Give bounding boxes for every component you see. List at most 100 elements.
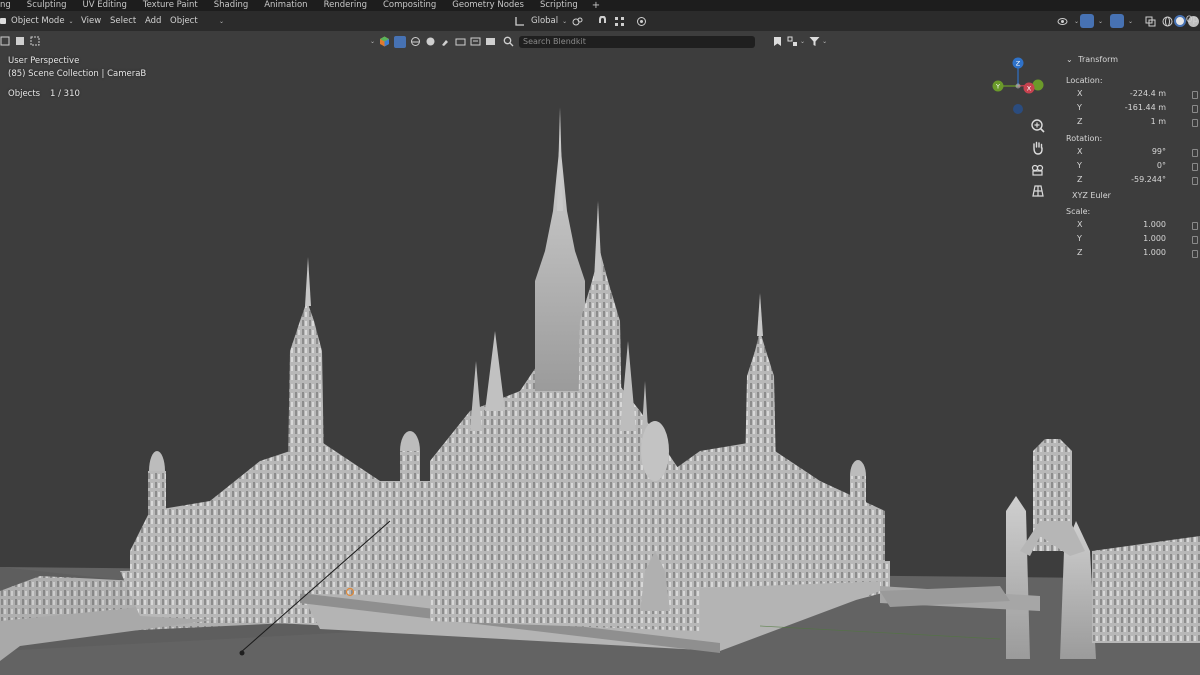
right-gate-left-pillar xyxy=(1006,496,1030,659)
location-z-value: 1 m xyxy=(1150,117,1166,126)
tab-uv-editing[interactable]: UV Editing xyxy=(75,0,135,11)
mode-label: Object Mode xyxy=(11,16,65,26)
rotation-y-field[interactable]: Y 0° xyxy=(1060,161,1200,175)
gizmo-z-label: Z xyxy=(1016,60,1021,68)
axis-label: Z xyxy=(1077,248,1083,257)
proportional-edit-toggle[interactable] xyxy=(634,11,649,31)
chevron-down-icon: ⌄ xyxy=(1074,17,1080,25)
tab-animation[interactable]: Animation xyxy=(256,0,315,11)
axis-label: X xyxy=(1077,220,1083,229)
operator-panel-label[interactable]: Op xyxy=(1186,15,1198,25)
tab-texture-paint[interactable]: Texture Paint xyxy=(135,0,206,11)
overlay-toggle[interactable]: ⌄ xyxy=(1110,11,1133,31)
snap-grid-icon xyxy=(615,16,624,26)
lock-icon[interactable] xyxy=(1192,163,1198,171)
location-z-field[interactable]: Z 1 m xyxy=(1060,117,1200,131)
menu-add[interactable]: Add xyxy=(140,11,166,31)
lock-icon[interactable] xyxy=(1192,91,1198,99)
shading-wireframe-button[interactable] xyxy=(1160,11,1175,31)
mode-dropdown[interactable]: Object Mode ⌄ xyxy=(6,11,79,31)
axis-label: Y xyxy=(1077,103,1082,112)
gizmo-toggle[interactable]: ⌄ xyxy=(1080,11,1103,31)
visibility-dropdown[interactable]: ⌄ xyxy=(1055,11,1079,31)
dome-center xyxy=(641,421,669,481)
gizmo-z-negative[interactable] xyxy=(1013,104,1023,114)
scale-label: Scale: xyxy=(1066,207,1091,216)
rotation-label: Rotation: xyxy=(1066,134,1103,143)
lock-icon[interactable] xyxy=(1192,177,1198,185)
lock-icon[interactable] xyxy=(1192,119,1198,127)
lock-icon[interactable] xyxy=(1192,250,1198,258)
pivot-icon xyxy=(572,17,583,25)
menu-object[interactable]: Object xyxy=(165,11,203,31)
chevron-down-icon: ⌄ xyxy=(1066,55,1073,64)
location-y-field[interactable]: Y -161.44 m xyxy=(1060,103,1200,117)
light-gizmo xyxy=(239,650,245,656)
rotation-mode-value: XYZ Euler xyxy=(1072,191,1111,200)
right-tower xyxy=(745,331,776,471)
rotation-z-value: -59.244° xyxy=(1131,175,1166,184)
pivot-point-button[interactable] xyxy=(570,11,585,31)
lock-icon[interactable] xyxy=(1192,105,1198,113)
add-workspace-button[interactable]: + xyxy=(586,0,606,11)
lock-icon[interactable] xyxy=(1192,222,1198,230)
lock-icon[interactable] xyxy=(1192,149,1198,157)
transform-header[interactable]: ⌄ Transform xyxy=(1066,55,1118,64)
xray-icon xyxy=(1145,16,1156,26)
castle-scene xyxy=(0,107,1200,675)
camera-view-icon[interactable] xyxy=(1030,162,1046,178)
rotation-x-field[interactable]: X 99° xyxy=(1060,147,1200,161)
tab-geometry-nodes[interactable]: Geometry Nodes xyxy=(444,0,532,11)
ortho-grid-icon[interactable] xyxy=(1030,183,1046,199)
dome-right-base xyxy=(850,476,866,546)
central-spire xyxy=(557,107,563,211)
axis-label: Z xyxy=(1077,175,1083,184)
tab-sculpting[interactable]: Sculpting xyxy=(19,0,75,11)
eye-icon xyxy=(1057,17,1068,25)
lock-icon[interactable] xyxy=(1192,236,1198,244)
navigation-gizmo[interactable]: Z Y X xyxy=(990,56,1046,116)
scale-y-field[interactable]: Y 1.000 xyxy=(1060,234,1200,248)
snap-target-dropdown[interactable] xyxy=(612,11,627,31)
tab-layout-partial[interactable]: ng xyxy=(0,0,19,11)
scene-collection-label: (85) Scene Collection | CameraB xyxy=(8,69,147,79)
snap-toggle[interactable] xyxy=(595,11,610,31)
pan-hand-icon[interactable] xyxy=(1030,140,1046,156)
proportional-icon xyxy=(637,16,646,26)
xray-toggle[interactable] xyxy=(1143,11,1158,31)
workspace-tabs: ng Sculpting UV Editing Texture Paint Sh… xyxy=(0,0,1200,11)
rotation-z-field[interactable]: Z -59.244° xyxy=(1060,175,1200,189)
scale-z-field[interactable]: Z 1.000 xyxy=(1060,248,1200,262)
secondary-spire xyxy=(594,201,602,281)
gizmo-y-label: Y xyxy=(995,83,1000,91)
header-extra-dropdown[interactable]: ⌄ xyxy=(215,11,224,31)
objects-stat-count: 1 / 310 xyxy=(50,89,80,99)
view-perspective-label: User Perspective xyxy=(8,56,80,66)
right-tower-spire xyxy=(757,293,763,336)
transform-title: Transform xyxy=(1078,55,1119,64)
location-x-field[interactable]: X -224.4 m xyxy=(1060,89,1200,103)
spire-a xyxy=(485,331,505,411)
zoom-icon[interactable] xyxy=(1030,118,1046,134)
spire-c xyxy=(620,341,636,431)
objects-stat-label: Objects xyxy=(8,89,41,99)
tab-rendering[interactable]: Rendering xyxy=(316,0,375,11)
menu-view[interactable]: View xyxy=(76,11,106,31)
location-y-value: -161.44 m xyxy=(1124,103,1166,112)
location-x-value: -224.4 m xyxy=(1129,89,1166,98)
menu-select[interactable]: Select xyxy=(105,11,141,31)
shading-solid-button[interactable] xyxy=(1174,11,1186,31)
tab-shading[interactable]: Shading xyxy=(206,0,257,11)
chevron-down-icon: ⌄ xyxy=(219,17,225,25)
scale-z-value: 1.000 xyxy=(1143,248,1166,257)
3d-viewport[interactable]: User Perspective (85) Scene Collection |… xyxy=(0,31,1200,675)
scale-x-field[interactable]: X 1.000 xyxy=(1060,220,1200,234)
left-tower xyxy=(288,301,324,461)
rotation-mode-dropdown[interactable]: XYZ Euler xyxy=(1060,191,1200,205)
overlay-icon xyxy=(1110,14,1124,28)
chevron-down-icon: ⌄ xyxy=(1098,17,1104,25)
transform-orientation-dropdown[interactable]: Global ⌄ xyxy=(512,11,567,31)
tab-scripting[interactable]: Scripting xyxy=(532,0,586,11)
tab-compositing[interactable]: Compositing xyxy=(375,0,444,11)
wireframe-sphere-icon xyxy=(1162,16,1173,26)
